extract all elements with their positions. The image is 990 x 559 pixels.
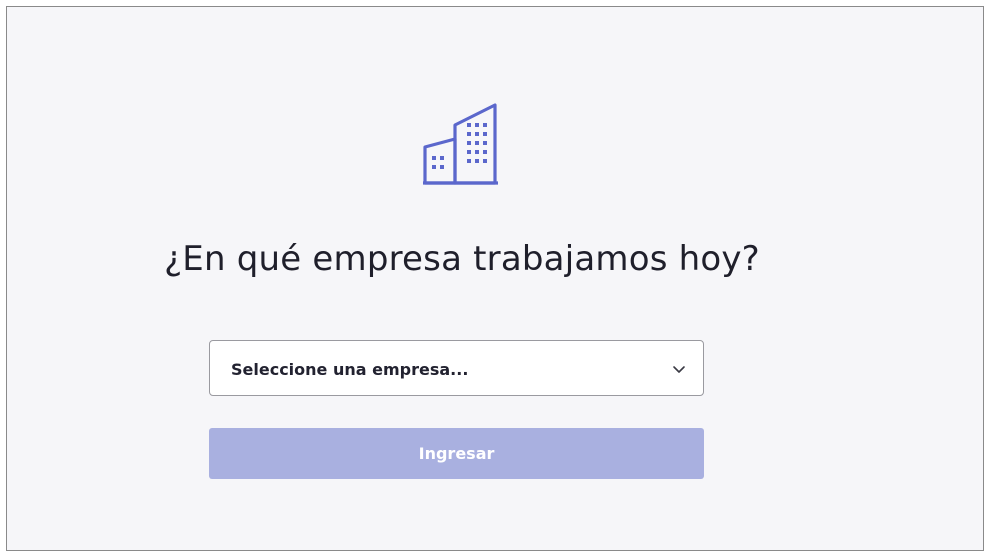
page-title: ¿En qué empresa trabajamos hoy? [164, 239, 760, 279]
ingresar-button[interactable]: Ingresar [209, 428, 704, 479]
building-icon [423, 103, 498, 185]
company-select-value: Seleccione una empresa... [231, 360, 469, 379]
company-selection-panel: ¿En qué empresa trabajamos hoy? Seleccio… [6, 6, 984, 551]
company-select[interactable]: Seleccione una empresa... [209, 340, 704, 396]
chevron-down-icon [673, 366, 685, 373]
